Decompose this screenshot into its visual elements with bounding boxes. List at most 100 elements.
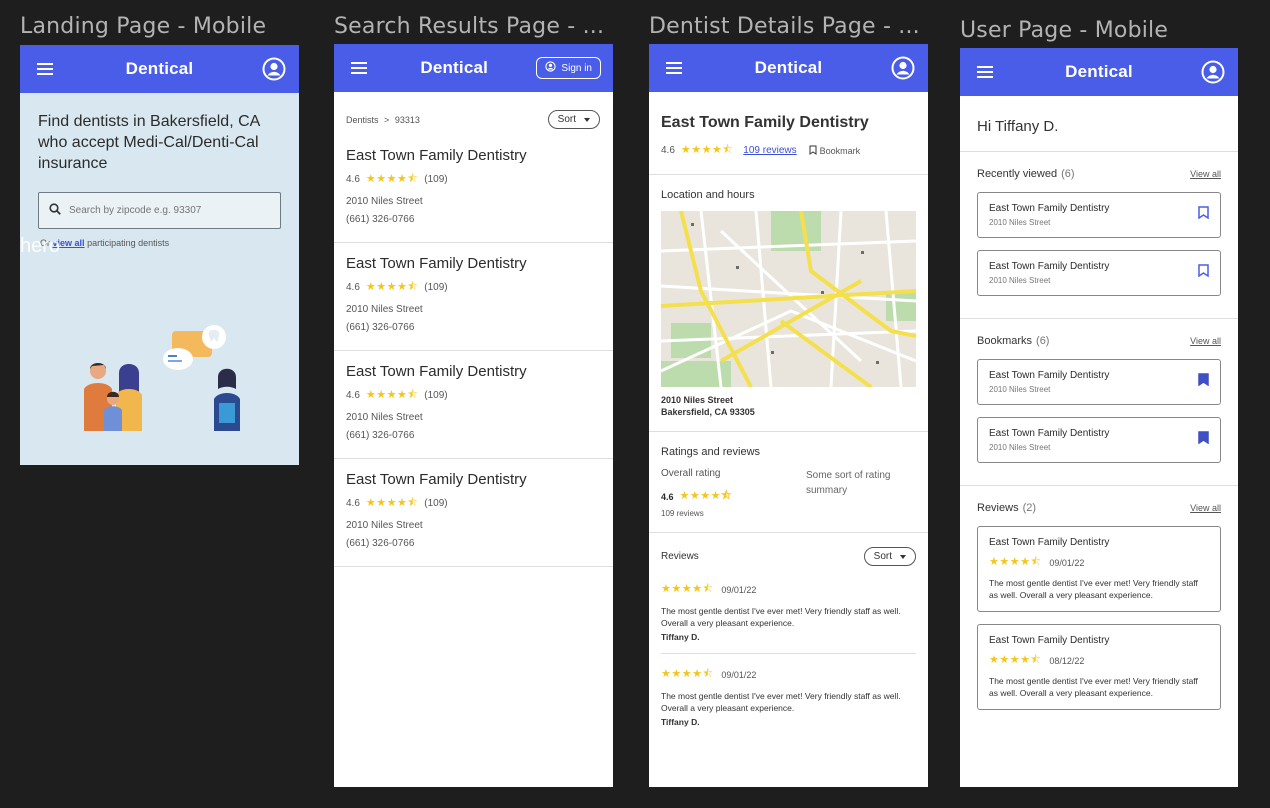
app-title[interactable]: Dentical [755, 58, 823, 78]
account-circle-icon [545, 61, 557, 75]
bookmarks-count: (6) [1036, 335, 1050, 347]
result-phone[interactable]: (661) 326-0766 [346, 538, 601, 549]
result-name[interactable]: East Town Family Dentistry [346, 363, 601, 380]
bookmark-card[interactable]: East Town Family Dentistry 2010 Niles Str… [977, 359, 1221, 405]
result-name[interactable]: East Town Family Dentistry [346, 471, 601, 488]
card-street: 2010 Niles Street [989, 385, 1051, 394]
bookmark-card[interactable]: East Town Family Dentistry 2010 Niles Str… [977, 417, 1221, 463]
menu-icon[interactable] [661, 55, 687, 81]
reviews-section: Reviews Sort ★★★★⯪ 09/01/22 The most gen… [649, 533, 928, 741]
user-reviews-header: Reviews (2) View all [977, 502, 1221, 514]
result-review-count: (109) [424, 282, 448, 293]
result-item[interactable]: East Town Family Dentistry 4.6 ★★★★⯪ (10… [334, 243, 613, 350]
recently-viewed-view-all-link[interactable]: View all [1190, 169, 1221, 179]
card-street: 2010 Niles Street [989, 443, 1051, 452]
result-rating-row: 4.6 ★★★★⯪ (109) [346, 170, 601, 189]
reviews-link[interactable]: 109 reviews [743, 145, 796, 156]
sign-in-button[interactable]: Sign in [536, 57, 601, 79]
bookmarks-section: Bookmarks (6) View all East Town Family D… [960, 319, 1238, 485]
location-map[interactable] [661, 211, 916, 387]
card-street: 2010 Niles Street [989, 218, 1051, 227]
zipcode-input[interactable] [69, 205, 270, 216]
frame-title-search: Search Results Page - ... [334, 14, 605, 39]
bookmark-outline-icon[interactable] [1198, 264, 1209, 282]
app-bar: Dentical Sign in [334, 44, 613, 92]
card-name: East Town Family Dentistry [989, 203, 1110, 214]
recent-card[interactable]: East Town Family Dentistry 2010 Niles Str… [977, 250, 1221, 296]
menu-icon[interactable] [972, 59, 998, 85]
result-item[interactable]: East Town Family Dentistry 4.6 ★★★★⯪ (10… [334, 351, 613, 458]
account-circle-icon[interactable] [890, 55, 916, 81]
app-title[interactable]: Dentical [420, 58, 488, 78]
account-circle-icon[interactable] [1200, 59, 1226, 85]
user-review-card[interactable]: East Town Family Dentistry ★★★★⯪ 08/12/2… [977, 624, 1221, 710]
breadcrumb-separator: > [384, 114, 390, 125]
review-date: 09/01/22 [721, 584, 757, 595]
result-item[interactable]: East Town Family Dentistry 4.6 ★★★★⯪ (10… [334, 459, 613, 566]
menu-icon[interactable] [32, 56, 58, 82]
result-phone[interactable]: (661) 326-0766 [346, 214, 601, 225]
sort-button[interactable]: Sort [863, 547, 916, 566]
review-text: The most gentle dentist I've ever met! V… [989, 578, 1198, 600]
caret-down-icon [900, 551, 906, 562]
app-title[interactable]: Dentical [126, 59, 194, 79]
app-title[interactable]: Dentical [1065, 62, 1133, 82]
result-phone[interactable]: (661) 326-0766 [346, 322, 601, 333]
address-line-2: Bakersfield, CA 93305 [661, 407, 755, 417]
account-circle-icon[interactable] [261, 56, 287, 82]
result-street: 2010 Niles Street [346, 304, 423, 315]
result-name[interactable]: East Town Family Dentistry [346, 255, 601, 272]
overall-rating-row: 4.6 ★★★★⯪ [661, 487, 732, 506]
card-name: East Town Family Dentistry [989, 428, 1110, 439]
breadcrumb-zip: 93313 [394, 114, 420, 125]
breadcrumb-dentists[interactable]: Dentists [346, 115, 379, 125]
recently-viewed-count: (6) [1061, 168, 1075, 180]
bookmark-label: Bookmark [819, 145, 861, 156]
star-rating-icon: ★★★★⯪ [989, 556, 1042, 568]
bookmark-filled-icon[interactable] [1198, 431, 1209, 449]
bookmarks-view-all-link[interactable]: View all [1190, 336, 1221, 346]
dentist-rating: 4.6 [661, 145, 675, 156]
bookmark-button[interactable]: Bookmark [809, 145, 861, 157]
result-street: 2010 Niles Street [346, 412, 423, 423]
breadcrumb-row: Dentists > 93313 Sort [334, 92, 613, 135]
landing-page-frame: Dentical Find dentists in Bakersfield, C… [20, 45, 299, 465]
card-name: East Town Family Dentistry [989, 370, 1110, 381]
landing-headline: Find dentists in Bakersfield, CA who acc… [38, 113, 260, 172]
user-review-card[interactable]: East Town Family Dentistry ★★★★⯪ 09/01/2… [977, 526, 1221, 612]
caret-down-icon [584, 114, 590, 125]
app-bar: Dentical [649, 44, 928, 92]
result-item[interactable]: East Town Family Dentistry 4.6 ★★★★⯪ (10… [334, 135, 613, 242]
review-author: Tiffany D. [661, 632, 700, 642]
star-rating-icon: ★★★★⯪ [661, 583, 714, 595]
user-reviews-section: Reviews (2) View all East Town Family Den… [960, 486, 1238, 732]
bookmark-icon [809, 145, 817, 157]
family-dentist-illustration [84, 325, 240, 431]
sort-label: Sort [557, 114, 576, 125]
recent-card[interactable]: East Town Family Dentistry 2010 Niles Str… [977, 192, 1221, 238]
review-date: 09/01/22 [721, 669, 757, 680]
result-rating: 4.6 [346, 390, 360, 401]
review-date: 08/12/22 [1049, 655, 1085, 666]
zipcode-search-field[interactable] [38, 192, 281, 229]
star-rating-icon: ★★★★⯪ [989, 654, 1042, 666]
result-name[interactable]: East Town Family Dentistry [346, 147, 601, 164]
ratings-title: Ratings and reviews [661, 446, 761, 458]
result-rating-row: 4.6 ★★★★⯪ (109) [346, 386, 601, 405]
result-phone[interactable]: (661) 326-0766 [346, 430, 601, 441]
bookmark-filled-icon[interactable] [1198, 373, 1209, 391]
sort-button[interactable]: Sort [547, 110, 600, 129]
overall-rating: Overall rating 4.6 ★★★★⯪ 109 reviews [661, 468, 732, 518]
result-review-count: (109) [424, 390, 448, 401]
menu-icon[interactable] [346, 55, 372, 81]
search-icon [49, 202, 61, 220]
sort-label: Sort [873, 551, 892, 562]
user-reviews-count: (2) [1022, 502, 1037, 514]
user-reviews-view-all-link[interactable]: View all [1190, 503, 1221, 513]
bookmark-outline-icon[interactable] [1198, 206, 1209, 224]
dentist-rating-row: 4.6 ★★★★⯪ 109 reviews Bookmark [661, 141, 916, 160]
result-rating-row: 4.6 ★★★★⯪ (109) [346, 278, 601, 297]
dentist-name: East Town Family Dentistry [661, 114, 869, 131]
location-section: Location and hours 2010 Niles Street Bak… [649, 175, 928, 431]
result-street: 2010 Niles Street [346, 196, 423, 207]
